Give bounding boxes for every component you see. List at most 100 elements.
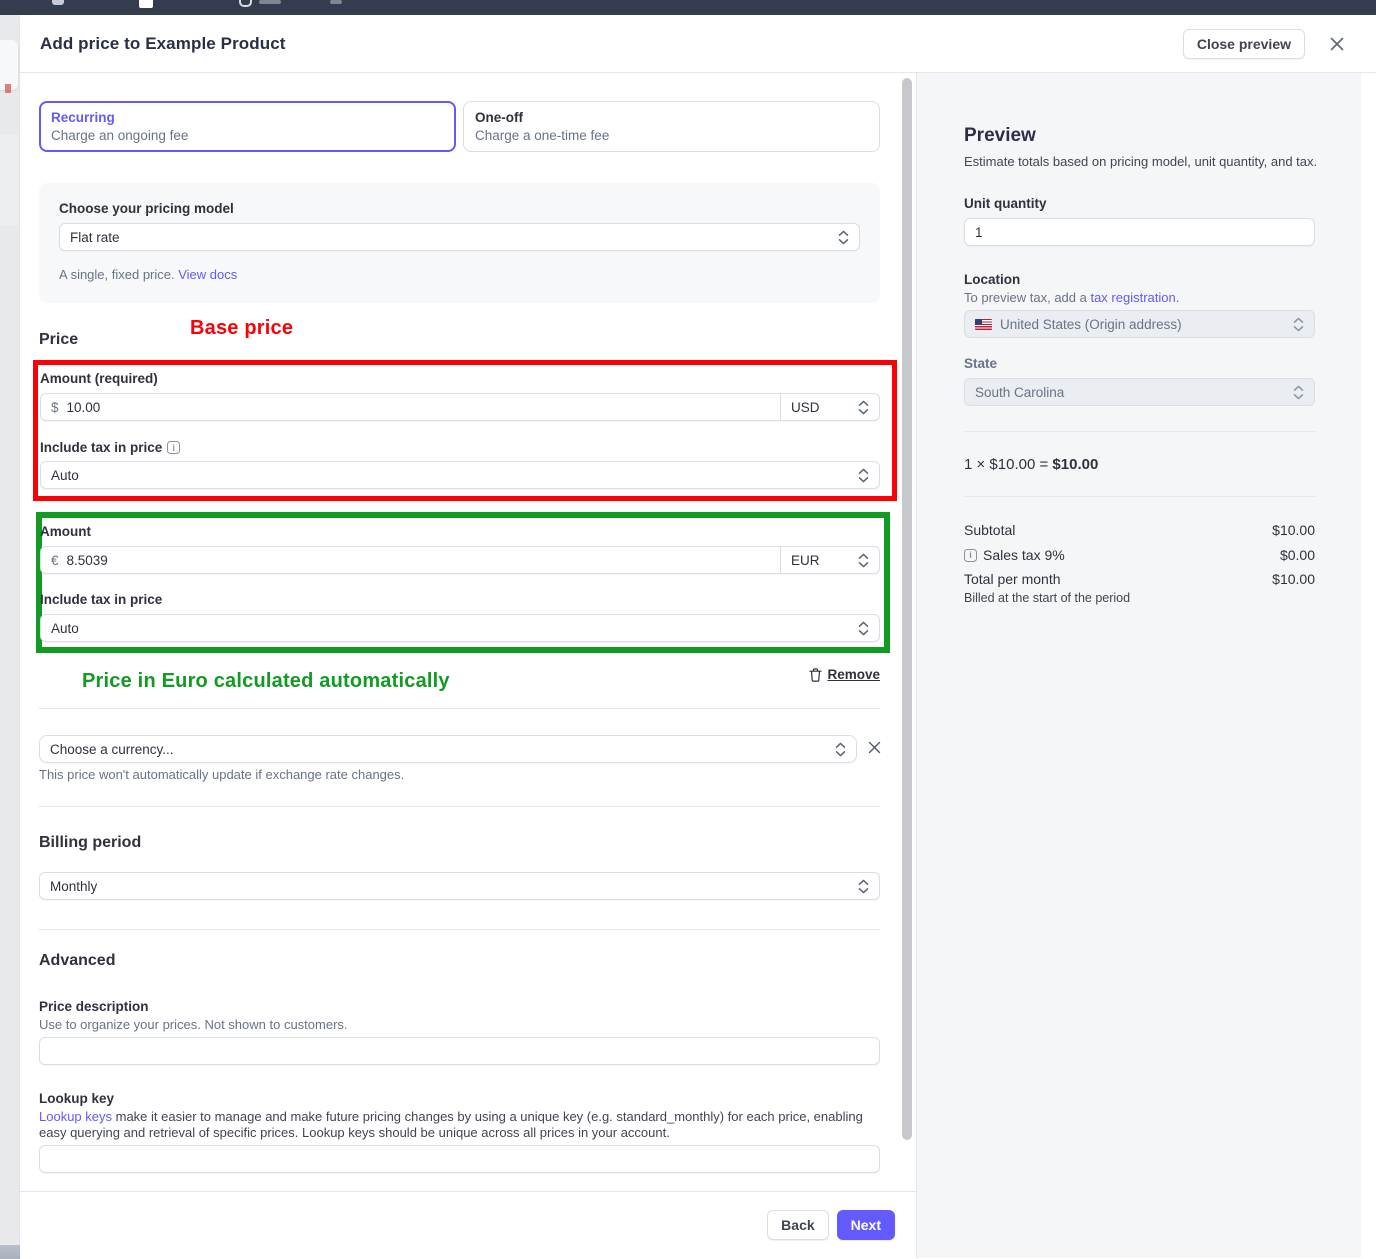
billed-note: Billed at the start of the period: [964, 591, 1130, 605]
billing-period-heading: Billing period: [39, 834, 141, 852]
usd-symbol: $: [51, 400, 59, 415]
underlay-footer: [0, 1245, 20, 1259]
remove-button[interactable]: Remove: [39, 667, 880, 682]
preview-description: Estimate totals based on pricing model, …: [964, 154, 1317, 169]
close-icon[interactable]: [1329, 36, 1345, 52]
scrollbar-thumb[interactable]: [902, 78, 912, 1140]
form-scroll-area[interactable]: Recurring Charge an ongoing fee One-off …: [20, 73, 916, 1191]
usd-currency-select[interactable]: USD: [780, 393, 880, 421]
close-preview-button[interactable]: Close preview: [1183, 29, 1305, 59]
divider: [39, 708, 880, 709]
view-docs-link[interactable]: View docs: [178, 267, 237, 282]
add-price-dialog: Add price to Example Product Close previ…: [20, 15, 1376, 1259]
dialog-footer: Back Next: [20, 1191, 916, 1258]
info-icon[interactable]: i: [964, 549, 977, 562]
one-off-label: One-off: [475, 110, 868, 125]
state-value: South Carolina: [975, 385, 1293, 400]
lookup-keys-link[interactable]: Lookup keys: [39, 1109, 112, 1124]
clear-currency-icon[interactable]: [867, 740, 882, 755]
info-icon[interactable]: i: [167, 441, 180, 454]
sales-tax-label: Sales tax 9%: [983, 547, 1065, 563]
country-select[interactable]: United States (Origin address): [964, 310, 1315, 338]
pricing-model-label: Choose your pricing model: [59, 201, 880, 216]
choose-currency-select[interactable]: Choose a currency...: [39, 735, 857, 763]
topbar-fragment: [259, 0, 281, 4]
one-off-card[interactable]: One-off Charge a one-time fee: [463, 101, 880, 152]
eur-currency-value: EUR: [791, 553, 858, 568]
exchange-rate-note: This price won't automatically update if…: [39, 767, 404, 782]
annotation-base-price: Base price: [190, 317, 293, 340]
usd-amount-group: $ USD: [40, 393, 880, 421]
pricing-model-select[interactable]: Flat rate: [59, 223, 860, 251]
subtotal-label: Subtotal: [964, 522, 1015, 538]
eur-currency-select[interactable]: EUR: [780, 546, 880, 574]
modal-scrollbar-gutter[interactable]: [1361, 73, 1376, 1258]
total-value: $10.00: [1272, 571, 1315, 587]
divider: [964, 496, 1315, 497]
include-tax-select-usd[interactable]: Auto: [40, 461, 880, 489]
eur-amount-field[interactable]: €: [40, 546, 780, 574]
topbar-fragment: [239, 0, 252, 7]
preview-pane: Preview Estimate totals based on pricing…: [917, 73, 1361, 1258]
chevron-updown-icon: [835, 742, 846, 757]
divider: [39, 806, 880, 807]
billing-period-value: Monthly: [50, 879, 858, 894]
us-flag-icon: [975, 319, 992, 330]
country-value: United States (Origin address): [1000, 317, 1293, 332]
sales-tax-value: $0.00: [1280, 547, 1315, 563]
chevron-updown-icon: [858, 553, 869, 568]
unit-quantity-input[interactable]: [964, 218, 1315, 246]
tax-registration-link[interactable]: tax registration: [1090, 290, 1175, 305]
include-tax-label-usd: Include tax in price i: [40, 440, 180, 455]
next-button[interactable]: Next: [837, 1210, 895, 1240]
amount-required-label: Amount (required): [40, 371, 158, 386]
pricing-model-panel: Choose your pricing model Flat rate A si…: [39, 183, 880, 303]
chevron-updown-icon: [858, 400, 869, 415]
one-off-description: Charge a one-time fee: [475, 128, 868, 143]
include-tax-value-usd: Auto: [51, 468, 858, 483]
usd-amount-field[interactable]: $: [40, 393, 780, 421]
advanced-heading: Advanced: [39, 952, 115, 970]
amount-label-eur: Amount: [40, 524, 91, 539]
divider: [964, 431, 1315, 432]
trash-icon: [809, 668, 822, 682]
equation-total: $10.00: [1052, 456, 1098, 473]
total-row: Total per month $10.00: [964, 571, 1315, 587]
usd-currency-value: USD: [791, 400, 858, 415]
underlay-text-fragment: [5, 84, 11, 93]
dialog-title: Add price to Example Product: [40, 34, 286, 54]
eur-amount-input[interactable]: [67, 553, 770, 568]
price-description-label: Price description: [39, 999, 149, 1014]
chevron-updown-icon: [858, 468, 869, 483]
browser-topbar: [0, 0, 1376, 15]
eur-symbol: €: [51, 553, 59, 568]
page-underlay: [0, 15, 20, 1259]
chevron-updown-icon: [858, 621, 869, 636]
subtotal-value: $10.00: [1272, 522, 1315, 538]
chevron-updown-icon: [858, 879, 869, 894]
lookup-key-input[interactable]: [39, 1145, 880, 1173]
preview-heading: Preview: [964, 125, 1036, 147]
location-helper-prefix: To preview tax, add a: [964, 290, 1090, 305]
sales-tax-row: i Sales tax 9% $0.00: [964, 547, 1315, 563]
recurring-card[interactable]: Recurring Charge an ongoing fee: [39, 101, 456, 152]
chevron-updown-icon: [1293, 385, 1304, 400]
state-select[interactable]: South Carolina: [964, 378, 1315, 406]
equation-prefix: 1 × $10.00 =: [964, 456, 1052, 473]
location-helper-suffix: .: [1176, 290, 1180, 305]
choose-currency-placeholder: Choose a currency...: [50, 742, 835, 757]
pricing-model-helper: A single, fixed price. View docs: [59, 267, 880, 282]
back-button[interactable]: Back: [767, 1210, 828, 1240]
lookup-key-description: Lookup keys make it easier to manage and…: [39, 1109, 880, 1141]
form-column: Recurring Charge an ongoing fee One-off …: [20, 73, 917, 1258]
lookup-key-label: Lookup key: [39, 1091, 114, 1106]
price-description-input[interactable]: [39, 1037, 880, 1065]
recurring-label: Recurring: [51, 110, 444, 125]
price-heading: Price: [39, 331, 78, 349]
topbar-fragment: [52, 0, 64, 5]
include-tax-select-eur[interactable]: Auto: [40, 614, 880, 642]
topbar-fragment: [330, 0, 342, 4]
billing-period-select[interactable]: Monthly: [39, 872, 880, 900]
usd-amount-input[interactable]: [67, 400, 770, 415]
remove-label: Remove: [827, 667, 880, 682]
